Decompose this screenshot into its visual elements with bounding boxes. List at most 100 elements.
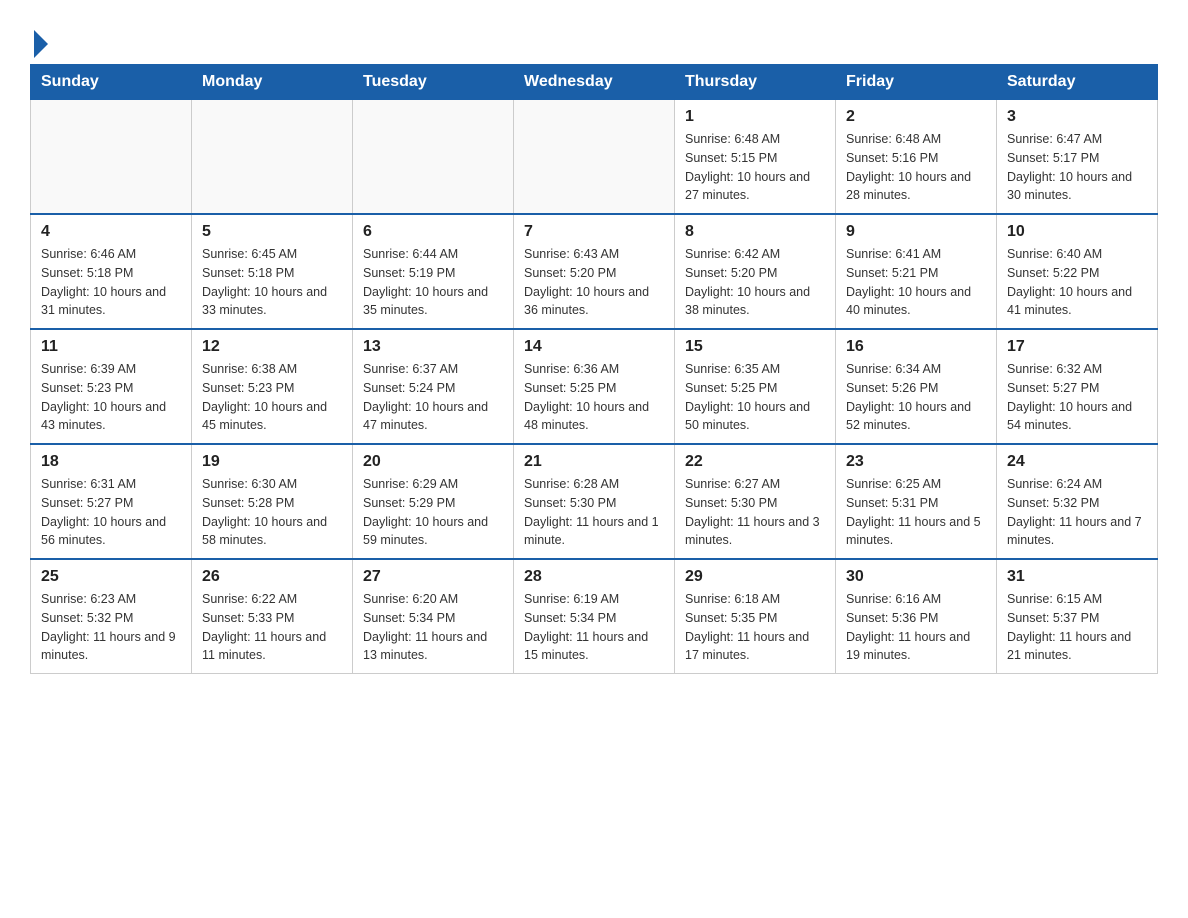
day-number: 28 bbox=[524, 568, 664, 586]
day-header-sunday: Sunday bbox=[31, 65, 192, 100]
calendar-header-row: SundayMondayTuesdayWednesdayThursdayFrid… bbox=[31, 65, 1158, 100]
calendar-cell: 4Sunrise: 6:46 AM Sunset: 5:18 PM Daylig… bbox=[31, 214, 192, 329]
day-number: 5 bbox=[202, 223, 342, 241]
calendar-cell: 29 Sunrise: 6:18 AM Sunset: 5:35 PM Dayli… bbox=[675, 559, 836, 674]
day-info: Sunrise: 6:43 AM Sunset: 5:20 PM Dayligh… bbox=[524, 245, 664, 320]
day-info: Sunrise: 6:30 AM Sunset: 5:28 PM Dayligh… bbox=[202, 475, 342, 550]
day-info: Sunrise: 6:22 AM Sunset: 5:33 PM Dayligh… bbox=[202, 590, 342, 665]
calendar-cell: 3 Sunrise: 6:47 AM Sunset: 5:17 PM Daylig… bbox=[997, 100, 1158, 215]
calendar-week-row: 18Sunrise: 6:31 AM Sunset: 5:27 PM Dayli… bbox=[31, 444, 1158, 559]
day-number: 31 bbox=[1007, 568, 1147, 586]
day-info: Sunrise: 6:47 AM Sunset: 5:17 PM Dayligh… bbox=[1007, 130, 1147, 205]
calendar-cell: 27Sunrise: 6:20 AM Sunset: 5:34 PM Dayli… bbox=[353, 559, 514, 674]
day-info: Sunrise: 6:48 AM Sunset: 5:15 PM Dayligh… bbox=[685, 130, 825, 205]
day-info: Sunrise: 6:39 AM Sunset: 5:23 PM Dayligh… bbox=[41, 360, 181, 435]
calendar-cell: 2Sunrise: 6:48 AM Sunset: 5:16 PM Daylig… bbox=[836, 100, 997, 215]
calendar-cell: 20 Sunrise: 6:29 AM Sunset: 5:29 PM Dayli… bbox=[353, 444, 514, 559]
calendar-cell: 6Sunrise: 6:44 AM Sunset: 5:19 PM Daylig… bbox=[353, 214, 514, 329]
day-number: 23 bbox=[846, 453, 986, 471]
calendar-cell: 16 Sunrise: 6:34 AM Sunset: 5:26 PM Dayli… bbox=[836, 329, 997, 444]
calendar-cell: 24 Sunrise: 6:24 AM Sunset: 5:32 PM Dayli… bbox=[997, 444, 1158, 559]
calendar-cell: 21Sunrise: 6:28 AM Sunset: 5:30 PM Dayli… bbox=[514, 444, 675, 559]
day-info: Sunrise: 6:38 AM Sunset: 5:23 PM Dayligh… bbox=[202, 360, 342, 435]
calendar-cell: 14 Sunrise: 6:36 AM Sunset: 5:25 PM Dayli… bbox=[514, 329, 675, 444]
day-info: Sunrise: 6:32 AM Sunset: 5:27 PM Dayligh… bbox=[1007, 360, 1147, 435]
day-info: Sunrise: 6:45 AM Sunset: 5:18 PM Dayligh… bbox=[202, 245, 342, 320]
calendar-cell: 8Sunrise: 6:42 AM Sunset: 5:20 PM Daylig… bbox=[675, 214, 836, 329]
day-header-thursday: Thursday bbox=[675, 65, 836, 100]
day-info: Sunrise: 6:15 AM Sunset: 5:37 PM Dayligh… bbox=[1007, 590, 1147, 665]
day-info: Sunrise: 6:19 AM Sunset: 5:34 PM Dayligh… bbox=[524, 590, 664, 665]
day-number: 26 bbox=[202, 568, 342, 586]
calendar-cell: 9 Sunrise: 6:41 AM Sunset: 5:21 PM Daylig… bbox=[836, 214, 997, 329]
day-info: Sunrise: 6:29 AM Sunset: 5:29 PM Dayligh… bbox=[363, 475, 503, 550]
calendar-cell: 31 Sunrise: 6:15 AM Sunset: 5:37 PM Dayli… bbox=[997, 559, 1158, 674]
day-number: 8 bbox=[685, 223, 825, 241]
logo-triangle-icon bbox=[34, 30, 48, 58]
calendar-cell: 28 Sunrise: 6:19 AM Sunset: 5:34 PM Dayli… bbox=[514, 559, 675, 674]
calendar-cell: 13 Sunrise: 6:37 AM Sunset: 5:24 PM Dayli… bbox=[353, 329, 514, 444]
calendar-cell: 23 Sunrise: 6:25 AM Sunset: 5:31 PM Dayli… bbox=[836, 444, 997, 559]
calendar-week-row: 11 Sunrise: 6:39 AM Sunset: 5:23 PM Dayli… bbox=[31, 329, 1158, 444]
calendar-cell: 1 Sunrise: 6:48 AM Sunset: 5:15 PM Daylig… bbox=[675, 100, 836, 215]
day-number: 15 bbox=[685, 338, 825, 356]
day-info: Sunrise: 6:36 AM Sunset: 5:25 PM Dayligh… bbox=[524, 360, 664, 435]
calendar-cell: 26 Sunrise: 6:22 AM Sunset: 5:33 PM Dayli… bbox=[192, 559, 353, 674]
calendar-cell: 30Sunrise: 6:16 AM Sunset: 5:36 PM Dayli… bbox=[836, 559, 997, 674]
day-number: 25 bbox=[41, 568, 181, 586]
day-info: Sunrise: 6:23 AM Sunset: 5:32 PM Dayligh… bbox=[41, 590, 181, 665]
calendar-cell: 25 Sunrise: 6:23 AM Sunset: 5:32 PM Dayli… bbox=[31, 559, 192, 674]
day-header-friday: Friday bbox=[836, 65, 997, 100]
page-header bbox=[30, 20, 1158, 54]
calendar-week-row: 25 Sunrise: 6:23 AM Sunset: 5:32 PM Dayli… bbox=[31, 559, 1158, 674]
day-number: 10 bbox=[1007, 223, 1147, 241]
day-number: 3 bbox=[1007, 108, 1147, 126]
day-number: 29 bbox=[685, 568, 825, 586]
day-info: Sunrise: 6:27 AM Sunset: 5:30 PM Dayligh… bbox=[685, 475, 825, 550]
day-header-monday: Monday bbox=[192, 65, 353, 100]
day-number: 22 bbox=[685, 453, 825, 471]
day-info: Sunrise: 6:34 AM Sunset: 5:26 PM Dayligh… bbox=[846, 360, 986, 435]
day-info: Sunrise: 6:20 AM Sunset: 5:34 PM Dayligh… bbox=[363, 590, 503, 665]
day-number: 20 bbox=[363, 453, 503, 471]
day-info: Sunrise: 6:48 AM Sunset: 5:16 PM Dayligh… bbox=[846, 130, 986, 205]
day-info: Sunrise: 6:18 AM Sunset: 5:35 PM Dayligh… bbox=[685, 590, 825, 665]
calendar-cell bbox=[31, 100, 192, 215]
day-info: Sunrise: 6:46 AM Sunset: 5:18 PM Dayligh… bbox=[41, 245, 181, 320]
day-number: 7 bbox=[524, 223, 664, 241]
calendar-cell: 17 Sunrise: 6:32 AM Sunset: 5:27 PM Dayli… bbox=[997, 329, 1158, 444]
calendar-cell: 15 Sunrise: 6:35 AM Sunset: 5:25 PM Dayli… bbox=[675, 329, 836, 444]
day-info: Sunrise: 6:44 AM Sunset: 5:19 PM Dayligh… bbox=[363, 245, 503, 320]
day-info: Sunrise: 6:35 AM Sunset: 5:25 PM Dayligh… bbox=[685, 360, 825, 435]
day-number: 1 bbox=[685, 108, 825, 126]
calendar-table: SundayMondayTuesdayWednesdayThursdayFrid… bbox=[30, 64, 1158, 674]
calendar-cell: 7 Sunrise: 6:43 AM Sunset: 5:20 PM Daylig… bbox=[514, 214, 675, 329]
calendar-cell: 5 Sunrise: 6:45 AM Sunset: 5:18 PM Daylig… bbox=[192, 214, 353, 329]
calendar-cell: 19 Sunrise: 6:30 AM Sunset: 5:28 PM Dayli… bbox=[192, 444, 353, 559]
day-info: Sunrise: 6:40 AM Sunset: 5:22 PM Dayligh… bbox=[1007, 245, 1147, 320]
day-number: 24 bbox=[1007, 453, 1147, 471]
day-number: 11 bbox=[41, 338, 181, 356]
day-info: Sunrise: 6:41 AM Sunset: 5:21 PM Dayligh… bbox=[846, 245, 986, 320]
calendar-cell: 12 Sunrise: 6:38 AM Sunset: 5:23 PM Dayli… bbox=[192, 329, 353, 444]
day-number: 12 bbox=[202, 338, 342, 356]
calendar-cell bbox=[192, 100, 353, 215]
calendar-cell: 10 Sunrise: 6:40 AM Sunset: 5:22 PM Dayli… bbox=[997, 214, 1158, 329]
day-info: Sunrise: 6:28 AM Sunset: 5:30 PM Dayligh… bbox=[524, 475, 664, 550]
day-header-saturday: Saturday bbox=[997, 65, 1158, 100]
calendar-cell bbox=[514, 100, 675, 215]
day-number: 14 bbox=[524, 338, 664, 356]
day-number: 17 bbox=[1007, 338, 1147, 356]
logo bbox=[30, 20, 48, 54]
day-number: 18 bbox=[41, 453, 181, 471]
day-info: Sunrise: 6:37 AM Sunset: 5:24 PM Dayligh… bbox=[363, 360, 503, 435]
day-info: Sunrise: 6:25 AM Sunset: 5:31 PM Dayligh… bbox=[846, 475, 986, 550]
day-info: Sunrise: 6:24 AM Sunset: 5:32 PM Dayligh… bbox=[1007, 475, 1147, 550]
day-number: 16 bbox=[846, 338, 986, 356]
day-header-wednesday: Wednesday bbox=[514, 65, 675, 100]
day-number: 9 bbox=[846, 223, 986, 241]
day-number: 13 bbox=[363, 338, 503, 356]
day-number: 19 bbox=[202, 453, 342, 471]
calendar-cell: 18Sunrise: 6:31 AM Sunset: 5:27 PM Dayli… bbox=[31, 444, 192, 559]
calendar-cell: 11 Sunrise: 6:39 AM Sunset: 5:23 PM Dayli… bbox=[31, 329, 192, 444]
